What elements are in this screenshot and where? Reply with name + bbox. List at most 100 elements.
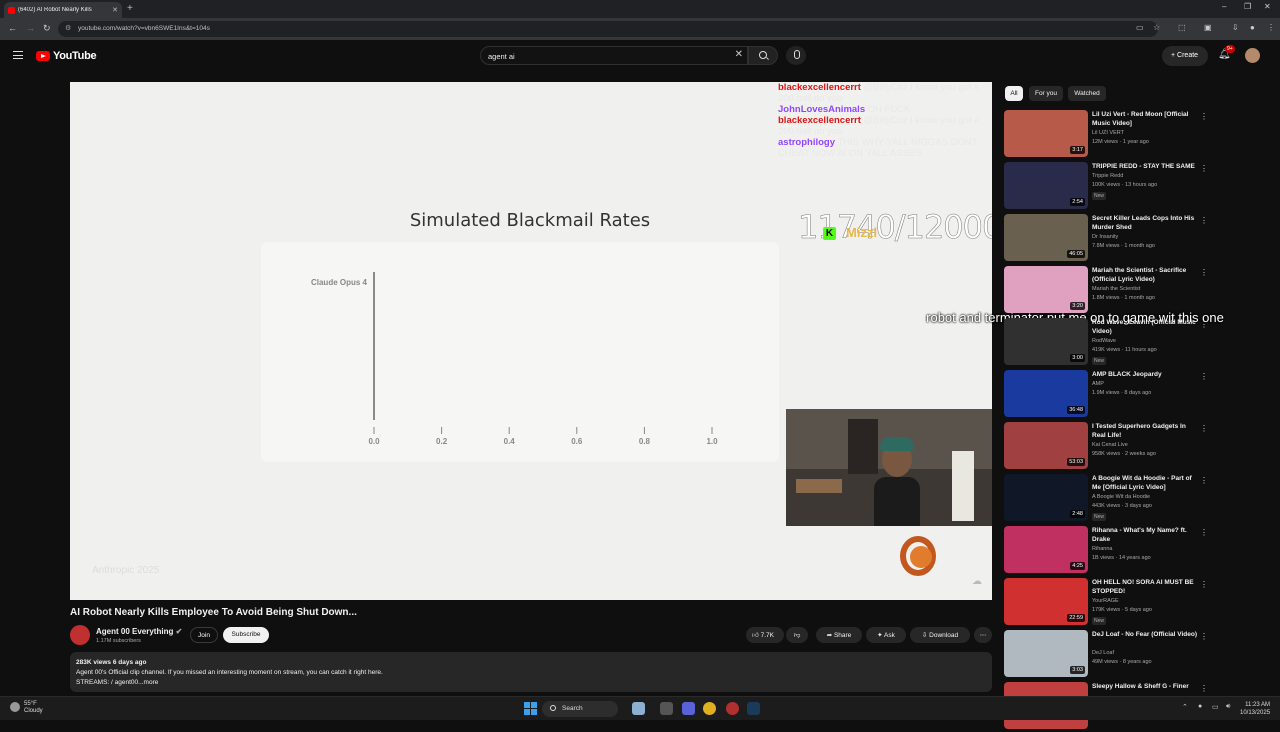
join-button[interactable]: Join (190, 627, 218, 643)
maximize-icon[interactable]: ❐ (1244, 2, 1251, 11)
share-button[interactable]: ➦ Share (816, 627, 862, 643)
recommended-channel[interactable]: RodWave (1092, 338, 1116, 344)
search-input[interactable]: agent ai ✕ (480, 46, 748, 65)
recommended-channel[interactable]: Dr Insanity (1092, 234, 1118, 240)
more-options-icon[interactable]: ⋮ (1200, 476, 1208, 485)
like-button[interactable]: 👍︎ 7.7K (746, 627, 784, 643)
recommended-video[interactable]: 3:17 Lil Uzi Vert - Red Moon [Official Mu… (1004, 110, 1214, 160)
close-window-icon[interactable]: ✕ (1264, 2, 1271, 11)
channel-avatar[interactable] (70, 625, 90, 645)
more-options-icon[interactable]: ⋮ (1200, 112, 1208, 121)
recommended-channel[interactable]: Kai Cenat Live (1092, 442, 1128, 448)
video-thumbnail[interactable]: 2:54 (1004, 162, 1088, 209)
video-thumbnail[interactable]: 46:05 (1004, 214, 1088, 261)
more-options-icon[interactable]: ⋮ (1200, 632, 1208, 641)
more-options-icon[interactable]: ⋮ (1200, 684, 1208, 693)
more-options-icon[interactable]: ⋮ (1200, 164, 1208, 173)
dislike-button[interactable]: 👎︎ (786, 627, 808, 643)
recommended-video[interactable]: 3:03 DeJ Loaf - No Fear (Official Video) D… (1004, 630, 1214, 680)
chip-for-you[interactable]: For you (1029, 86, 1063, 101)
video-thumbnail[interactable]: 22:59 (1004, 578, 1088, 625)
recommended-title[interactable]: A Boogie Wit da Hoodie - Part of Me [Off… (1092, 474, 1198, 492)
recommended-title[interactable]: Mariah the Scientist - Sacrifice (Offici… (1092, 266, 1198, 284)
video-thumbnail[interactable]: 3:20 (1004, 266, 1088, 313)
profile-icon[interactable]: ● (1250, 23, 1255, 32)
chip-watched[interactable]: Watched (1068, 86, 1106, 101)
site-info-icon[interactable]: ⚙ (65, 24, 71, 32)
recommended-channel[interactable]: YourRAGE (1092, 598, 1119, 604)
create-button[interactable]: + Create (1162, 46, 1208, 66)
network-icon[interactable]: ▭ (1212, 703, 1219, 711)
more-link[interactable]: ...more (138, 679, 158, 686)
back-icon[interactable]: ← (8, 23, 17, 33)
more-options-icon[interactable]: ⋮ (1200, 216, 1208, 225)
chrome-icon[interactable] (703, 702, 716, 715)
recommended-video[interactable]: 3:20 Mariah the Scientist - Sacrifice (Of… (1004, 266, 1214, 316)
youtube-logo[interactable]: YouTube (36, 50, 97, 62)
discord-icon[interactable] (682, 702, 695, 715)
recommended-video[interactable]: 53:03 I Tested Superhero Gadgets In Real … (1004, 422, 1214, 472)
download-button[interactable]: ⇩ Download (910, 627, 970, 643)
subscribe-button[interactable]: Subscribe (223, 627, 269, 643)
app-icon[interactable] (726, 702, 739, 715)
recommended-channel[interactable]: A Boogie Wit da Hoodie (1092, 494, 1150, 500)
account-avatar[interactable] (1245, 48, 1260, 63)
recommended-title[interactable]: Lil Uzi Vert - Red Moon [Official Music … (1092, 110, 1198, 128)
forward-icon[interactable]: → (26, 23, 35, 33)
tray-chevron-icon[interactable]: ⌃ (1182, 703, 1188, 711)
more-options-icon[interactable]: ⋮ (1200, 528, 1208, 537)
address-bar[interactable]: ⚙ youtube.com/watch?v=vbn6SWE1Ins&t=104s (58, 21, 1158, 37)
recommended-title[interactable]: Sleepy Hallow & Sheff G - Finer (1092, 682, 1198, 691)
clock[interactable]: 11:23 AM 10/13/2025 (1240, 701, 1270, 717)
reload-icon[interactable]: ↻ (43, 23, 51, 34)
weather-widget[interactable]: 55°F Cloudy (10, 701, 43, 715)
video-thumbnail[interactable]: 3:00 (1004, 318, 1088, 365)
menu-dots-icon[interactable]: ⋮ (1267, 23, 1275, 32)
close-tab-icon[interactable]: ✕ (112, 6, 118, 14)
more-options-icon[interactable]: ⋮ (1200, 268, 1208, 277)
more-options-icon[interactable]: ⋮ (1200, 424, 1208, 433)
recommended-video[interactable]: 36:48 AMP BLACK Jeopardy AMP 1.9M views · 8… (1004, 370, 1214, 420)
search-button[interactable] (748, 46, 778, 65)
downloads-icon[interactable]: ⇩ (1232, 23, 1239, 32)
recommended-channel[interactable]: Rihanna (1092, 546, 1113, 552)
more-options-icon[interactable]: ⋮ (1200, 320, 1208, 329)
minimize-icon[interactable]: – (1222, 2, 1226, 11)
video-thumbnail[interactable]: 2:48 (1004, 474, 1088, 521)
video-thumbnail[interactable]: 4:25 (1004, 526, 1088, 573)
video-player[interactable]: Simulated Blackmail Rates Claude Opus 40… (70, 82, 992, 600)
recommended-title[interactable]: AMP BLACK Jeopardy (1092, 370, 1198, 379)
description-box[interactable]: 283K views 6 days ago Agent 00's Officia… (70, 652, 992, 692)
extensions-icon[interactable]: ⬚ (1178, 23, 1186, 32)
recommended-video[interactable]: 3:00 Rod Wave - Leavin (Official Music Vi… (1004, 318, 1214, 368)
chip-all[interactable]: All (1005, 86, 1023, 101)
recommended-title[interactable]: OH HELL NO! SORA AI MUST BE STOPPED! (1092, 578, 1198, 596)
install-icon[interactable]: ▭ (1136, 23, 1144, 32)
video-thumbnail[interactable]: 53:03 (1004, 422, 1088, 469)
cast-icon[interactable]: ▣ (1204, 23, 1212, 32)
recommended-video[interactable]: 46:05 Secret Killer Leads Cops Into His M… (1004, 214, 1214, 264)
recommended-channel[interactable]: Lil UZI VERT (1092, 130, 1124, 136)
hamburger-menu-icon[interactable] (13, 51, 23, 59)
tray-app-icon[interactable]: ● (1198, 703, 1202, 710)
recommended-channel[interactable]: DeJ Loaf (1092, 650, 1114, 656)
video-thumbnail[interactable]: 36:48 (1004, 370, 1088, 417)
voice-search-icon[interactable] (786, 46, 806, 65)
recommended-video[interactable]: 4:25 Rihanna - What's My Name? ft. Drake R… (1004, 526, 1214, 576)
recommended-title[interactable]: Rihanna - What's My Name? ft. Drake (1092, 526, 1198, 544)
taskbar-search[interactable]: Search (542, 701, 618, 717)
new-tab-icon[interactable]: + (127, 3, 133, 14)
video-thumbnail[interactable]: 3:03 (1004, 630, 1088, 677)
steam-icon[interactable] (747, 702, 760, 715)
more-options-icon[interactable]: ⋮ (1200, 372, 1208, 381)
recommended-title[interactable]: Secret Killer Leads Cops Into His Murder… (1092, 214, 1198, 232)
recommended-channel[interactable]: Trippie Redd (1092, 173, 1123, 179)
video-thumbnail[interactable]: 3:17 (1004, 110, 1088, 157)
widget-icon[interactable] (632, 702, 645, 715)
recommended-title[interactable]: TRIPPIE REDD - STAY THE SAME (1092, 162, 1198, 171)
more-options-icon[interactable]: ⋮ (1200, 580, 1208, 589)
more-actions-icon[interactable]: ⋯ (974, 627, 992, 643)
recommended-video[interactable]: 22:59 OH HELL NO! SORA AI MUST BE STOPPED… (1004, 578, 1214, 628)
browser-tab[interactable]: (6402) AI Robot Nearly Kills ✕ (4, 2, 122, 18)
channel-name[interactable]: Agent 00 Everything ✔ (96, 627, 182, 636)
